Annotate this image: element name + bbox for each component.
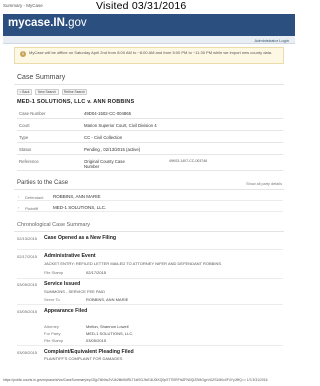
event-date: 03/05/2015 bbox=[17, 282, 38, 287]
ccs-event: 02/13/2015 Case Opened as a New Filing bbox=[17, 235, 283, 251]
event-date: 03/05/2015 bbox=[17, 309, 38, 314]
divider bbox=[14, 189, 284, 190]
event-detail-value: Mellon, Shannon Lowell bbox=[86, 324, 129, 329]
ccs-event: 02/17/2015 Administrative Event JACKET E… bbox=[17, 253, 283, 279]
ccs-event: 03/05/2015 Service Issued SUMMONS - SERV… bbox=[17, 281, 283, 305]
field-label: Type bbox=[19, 135, 29, 140]
case-summary-heading: Case Summary bbox=[17, 74, 66, 81]
reference-number-value: 49K03-1407-CC-003746 bbox=[169, 159, 208, 163]
court-row: Court Marion Superior Court, Civil Divis… bbox=[17, 120, 283, 131]
ccs-heading: Chronological Case Summary bbox=[17, 222, 91, 228]
party-row[interactable]: › Plaintiff MED-1 SOLUTIONS, LLC. bbox=[17, 203, 283, 212]
event-detail-label: File Stamp bbox=[44, 270, 64, 275]
event-detail-value: MED-1 SOLUTIONS, LLC. bbox=[86, 331, 134, 336]
sub-nav-bar: Administrator Login bbox=[3, 36, 295, 44]
type-row: Type CC - Civil Collection bbox=[17, 132, 283, 143]
event-title: Appearance Filed bbox=[44, 308, 88, 314]
event-title: Administrative Event bbox=[44, 253, 96, 259]
field-label: Case Number bbox=[19, 111, 46, 116]
event-date: 02/13/2015 bbox=[17, 236, 38, 241]
party-role: Defendant bbox=[25, 194, 44, 200]
print-header-title: Summary - MyCase bbox=[3, 3, 43, 8]
ccs-event: 03/05/2015 Complaint/Equivalent Pleading… bbox=[17, 349, 283, 369]
divider bbox=[17, 345, 283, 346]
divider bbox=[14, 231, 284, 232]
divider bbox=[17, 304, 283, 305]
logo-suffix-text: gov bbox=[68, 17, 87, 29]
administrator-login-link[interactable]: Administrator Login bbox=[255, 38, 289, 43]
notice-text: MyCase will be offline on Saturday April… bbox=[29, 50, 273, 55]
new-search-button[interactable]: New Search bbox=[35, 89, 59, 95]
event-title: Case Opened as a New Filing bbox=[44, 235, 117, 241]
event-date: 03/05/2015 bbox=[17, 350, 38, 355]
ccs-event: 03/05/2015 Appearance Filed Attorney Mel… bbox=[17, 308, 283, 346]
case-title: MED-1 SOLUTIONS, LLC v. ANN ROBBINS bbox=[17, 99, 135, 105]
case-number-value: 49D04-1502-CC-004865 bbox=[84, 111, 132, 116]
back-button[interactable]: < Back bbox=[17, 89, 32, 95]
case-number-row: Case Number 49D04-1502-CC-004865 bbox=[17, 108, 283, 119]
maintenance-notice: i MyCase will be offline on Saturday Apr… bbox=[14, 47, 284, 64]
party-role: Plaintiff bbox=[25, 205, 39, 211]
parties-heading: Parties to the Case bbox=[17, 180, 69, 186]
status-value: Pending , 02/13/2015 (active) bbox=[84, 147, 141, 152]
event-date: 02/17/2015 bbox=[17, 254, 38, 259]
site-banner: mycase.IN.gov bbox=[3, 14, 295, 36]
visited-stamp: Visited 03/31/2016 bbox=[96, 0, 187, 12]
divider bbox=[14, 84, 284, 85]
info-icon: i bbox=[20, 51, 26, 57]
expand-chevron-icon[interactable]: › bbox=[18, 194, 19, 199]
show-all-party-details-link[interactable]: Show all party details bbox=[246, 182, 282, 186]
party-row[interactable]: › Defendant ROBBINS, ANN MARIE bbox=[17, 192, 283, 201]
field-label: Status bbox=[19, 147, 32, 152]
event-detail-label: Attorney bbox=[44, 324, 59, 329]
event-title: Complaint/Equivalent Pleading Filed bbox=[44, 349, 134, 355]
event-detail-value: ROBBINS, ANN MARIE bbox=[86, 297, 129, 302]
reference-row: Reference Original County Case Number 49… bbox=[17, 156, 283, 171]
print-footer-url: https://public.courts.in.gov/mycase/#/vw… bbox=[3, 378, 268, 382]
event-description: JACKET ENTRY: REFILED LETTER MAILED TO A… bbox=[44, 261, 223, 266]
divider bbox=[17, 249, 283, 250]
expand-chevron-icon[interactable]: › bbox=[18, 205, 19, 210]
field-label: Court bbox=[19, 123, 30, 128]
event-detail-value: 02/17/2015 bbox=[86, 270, 107, 275]
reference-type-value-cont: Number bbox=[84, 163, 100, 169]
court-value: Marion Superior Court, Civil Division 4 bbox=[84, 123, 157, 128]
type-value: CC - Civil Collection bbox=[84, 135, 123, 140]
event-detail-value: 03/05/2015 bbox=[86, 338, 107, 343]
site-logo[interactable]: mycase.IN.gov bbox=[8, 17, 87, 29]
event-title: Service Issued bbox=[44, 281, 81, 287]
field-label: Reference bbox=[19, 159, 39, 164]
logo-main-text: mycase.IN. bbox=[8, 17, 69, 29]
event-detail-label: Serve To bbox=[44, 297, 60, 302]
event-description: SUMMONS - SERVICE FEE PAID bbox=[44, 289, 105, 294]
divider bbox=[17, 278, 283, 279]
refine-search-button[interactable]: Refine Search bbox=[62, 89, 87, 95]
print-header: Summary - MyCase Visited 03/31/2016 bbox=[3, 0, 295, 12]
event-detail-label: File Stamp bbox=[44, 338, 64, 343]
party-name: ROBBINS, ANN MARIE bbox=[53, 194, 101, 199]
event-detail-label: For Party bbox=[44, 331, 61, 336]
event-description: PLAINTIFF'S COMPLAINT FOR DAMAGES bbox=[44, 356, 123, 361]
status-row: Status Pending , 02/13/2015 (active) bbox=[17, 144, 283, 155]
party-name: MED-1 SOLUTIONS, LLC. bbox=[53, 205, 107, 210]
